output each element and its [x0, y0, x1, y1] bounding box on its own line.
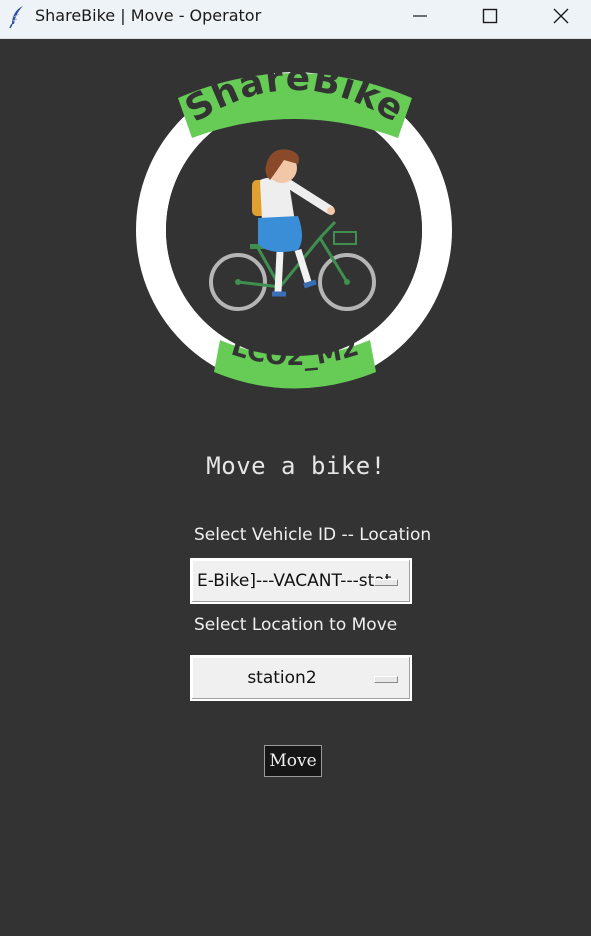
- vehicle-select-label: Select Vehicle ID -- Location: [194, 525, 432, 545]
- vehicle-location-dropdown[interactable]: E-Bike]---VACANT---stat: [190, 558, 412, 604]
- sharebike-logo: ShareBike LCO2_M2: [136, 60, 452, 389]
- page-heading: Move a bike!: [206, 452, 386, 480]
- title-bar: ShareBike | Move - Operator: [0, 0, 591, 39]
- maximize-icon: [482, 8, 498, 24]
- close-icon: [553, 8, 569, 24]
- feather-icon: [9, 6, 23, 29]
- dropdown-indicator-icon: [374, 579, 398, 586]
- app-window: ShareBike | Move - Operator ShareBike LC…: [0, 0, 591, 936]
- close-button[interactable]: [537, 0, 583, 32]
- minimize-button[interactable]: [396, 0, 442, 32]
- minimize-icon: [413, 15, 427, 17]
- dropdown-indicator-icon: [374, 676, 398, 683]
- move-button[interactable]: Move: [264, 745, 322, 777]
- maximize-button[interactable]: [466, 0, 512, 32]
- location-select-label: Select Location to Move: [194, 615, 398, 635]
- window-title: ShareBike | Move - Operator: [35, 6, 262, 25]
- move-location-dropdown[interactable]: station2: [190, 655, 412, 701]
- vehicle-dropdown-value: E-Bike]---VACANT---stat: [197, 571, 392, 591]
- location-dropdown-value: station2: [247, 668, 317, 688]
